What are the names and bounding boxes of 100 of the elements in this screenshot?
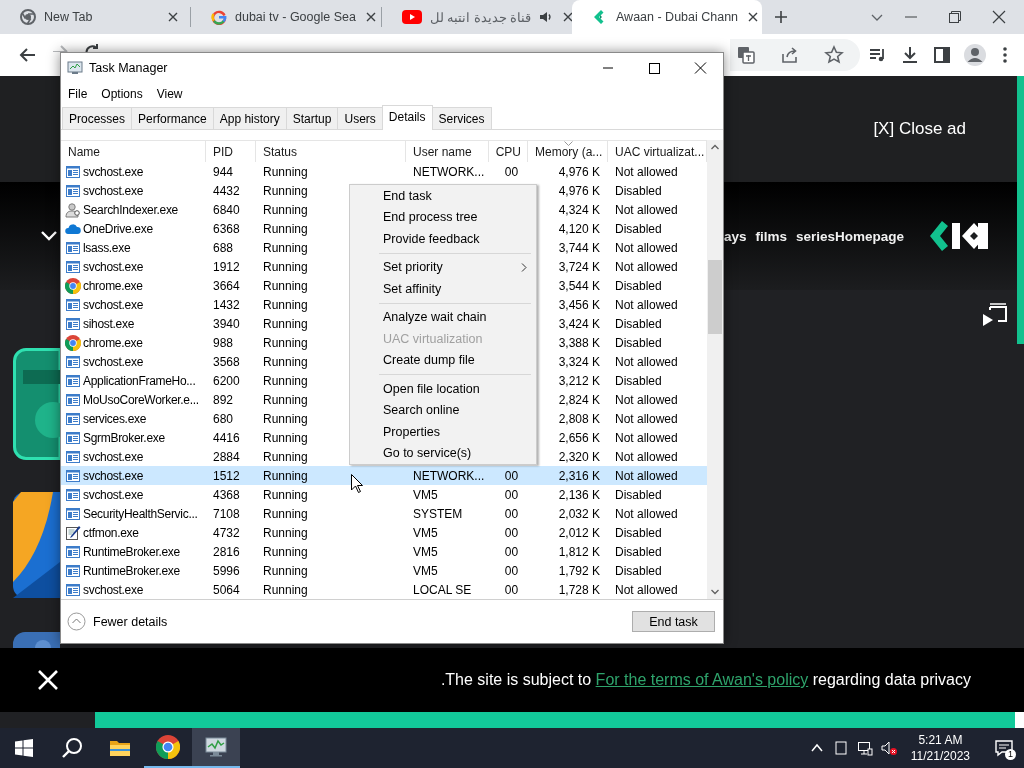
column-header[interactable]: CPU [489, 141, 528, 162]
menu-item[interactable]: Set priority [351, 256, 535, 278]
chevron-down-icon[interactable] [40, 230, 58, 242]
cast-icon[interactable] [982, 302, 1008, 328]
process-name[interactable]: lsass.exe [83, 240, 131, 255]
clock-time[interactable]: 5:21 AM [918, 732, 963, 748]
menu-item[interactable]: Create dump file [351, 349, 535, 371]
menu-item[interactable]: File [61, 87, 95, 101]
process-name[interactable]: ctfmon.exe [83, 525, 139, 540]
nav-link[interactable]: films [755, 228, 787, 244]
process-name[interactable]: sihost.exe [83, 316, 135, 331]
tab[interactable]: Startup [285, 107, 339, 129]
nav-link[interactable]: seriesHomepage [795, 228, 904, 244]
column-header[interactable]: Memory (a... [528, 141, 608, 162]
uac-status: Not allowed [615, 354, 678, 369]
forward-arrow-icon[interactable] [50, 42, 70, 52]
taskbar-button[interactable] [192, 728, 240, 768]
window-icon [65, 505, 81, 522]
search-icon[interactable] [61, 737, 83, 759]
tab[interactable]: Performance [131, 107, 214, 129]
speaker-icon[interactable] [539, 10, 554, 24]
process-name[interactable]: svchost.exe [83, 183, 144, 198]
menu-item[interactable]: Open file location [351, 378, 535, 400]
close-ad-button[interactable]: [X] Close ad [873, 119, 966, 139]
tablet-icon[interactable] [832, 740, 849, 756]
policy-link[interactable]: For the terms of Awan's policy [595, 671, 809, 688]
process-name[interactable]: svchost.exe [83, 449, 144, 464]
address-bar[interactable] [730, 39, 860, 71]
windows-start-icon[interactable] [15, 739, 33, 757]
scroll-down-icon[interactable] [711, 589, 719, 595]
pid-text: 944 [213, 164, 234, 179]
process-name[interactable]: chrome.exe [83, 335, 143, 350]
end-task-button[interactable]: End task [632, 611, 715, 632]
menu-item[interactable]: Search online [351, 399, 535, 421]
menu-item[interactable]: Options [94, 87, 150, 101]
menu-item[interactable]: Set affinity [351, 278, 535, 300]
process-name[interactable]: services.exe [83, 411, 147, 426]
close-icon[interactable] [992, 10, 1006, 24]
profile-icon[interactable] [964, 44, 986, 66]
process-name[interactable]: svchost.exe [83, 487, 144, 502]
tab[interactable]: Users [337, 107, 383, 129]
menu-item[interactable]: Analyze wait chain [351, 306, 535, 328]
status-text: Running [263, 373, 308, 388]
column-header[interactable]: Status [256, 141, 406, 162]
process-name[interactable]: RuntimeBroker.exe [83, 563, 180, 578]
browser-tab[interactable]: New Tab [0, 0, 190, 34]
nav-link[interactable]: ays [723, 228, 747, 244]
fewer-details-button[interactable]: Fewer details [67, 612, 168, 631]
tab[interactable]: Processes [62, 107, 133, 129]
process-name[interactable]: RuntimeBroker.exe [83, 544, 180, 559]
uac-status: Disabled [615, 221, 662, 236]
scrollbar[interactable] [707, 140, 723, 599]
column-header[interactable]: Name [61, 141, 206, 162]
tab[interactable]: Details [381, 105, 433, 130]
scroll-thumb[interactable] [708, 260, 722, 334]
menu-item[interactable]: Provide feedback [351, 228, 535, 250]
clock-date[interactable]: 11/21/2023 [910, 748, 970, 764]
browser-tab[interactable]: Awaan - Dubai Chann [572, 0, 762, 34]
menu-item[interactable]: End process tree [351, 206, 535, 228]
browser-tab[interactable]: قناة جديدة انتبه لل [382, 0, 572, 34]
restore-icon[interactable] [948, 10, 962, 24]
network-icon[interactable] [856, 740, 873, 756]
close-icon[interactable] [166, 10, 180, 24]
uac-status: Not allowed [615, 392, 678, 407]
page-scrollbar[interactable] [1017, 76, 1024, 344]
process-name[interactable]: svchost.exe [83, 582, 144, 597]
tab[interactable]: Services [431, 107, 492, 129]
process-name[interactable]: svchost.exe [83, 297, 144, 312]
process-name[interactable]: svchost.exe [83, 354, 144, 369]
browser-tab[interactable]: dubai tv - Google Sea [191, 0, 381, 34]
process-name[interactable]: svchost.exe [83, 259, 144, 274]
side-panel-icon[interactable] [932, 45, 952, 65]
notification-icon[interactable] [994, 738, 1014, 758]
column-header[interactable]: PID [206, 141, 256, 162]
menu-item[interactable]: Go to service(s) [351, 442, 535, 464]
translate-icon[interactable] [736, 45, 756, 65]
menu-item[interactable]: Properties [351, 421, 535, 443]
process-name[interactable]: chrome.exe [83, 278, 143, 293]
process-name[interactable]: SgrmBroker.exe [83, 430, 165, 445]
more-menu-icon[interactable] [1002, 45, 1008, 65]
tab[interactable]: App history [212, 107, 287, 129]
process-name[interactable]: SearchIndexer.exe [83, 202, 178, 217]
memory-value: 2,136 K [558, 487, 600, 502]
star-icon[interactable] [824, 45, 844, 65]
menu-item[interactable]: View [149, 87, 190, 101]
scroll-up-icon[interactable] [711, 144, 719, 150]
process-name[interactable]: ApplicationFrameHo... [83, 373, 196, 388]
process-name[interactable]: svchost.exe [83, 164, 144, 179]
process-name[interactable]: MoUsoCoreWorker.e... [83, 392, 199, 407]
share-icon[interactable] [780, 45, 800, 65]
process-name[interactable]: svchost.exe [83, 468, 144, 483]
process-name[interactable]: OneDrive.exe [83, 221, 153, 236]
logo-icon[interactable] [930, 219, 990, 253]
menu-item[interactable]: End task [351, 185, 535, 207]
muted-speaker-icon[interactable] [880, 740, 897, 756]
download-icon[interactable] [900, 45, 920, 65]
new-tab-icon[interactable] [772, 8, 790, 26]
process-name[interactable]: SecurityHealthServic... [83, 506, 198, 521]
column-header[interactable]: User name [406, 141, 489, 162]
uac-status: Disabled [615, 373, 662, 388]
